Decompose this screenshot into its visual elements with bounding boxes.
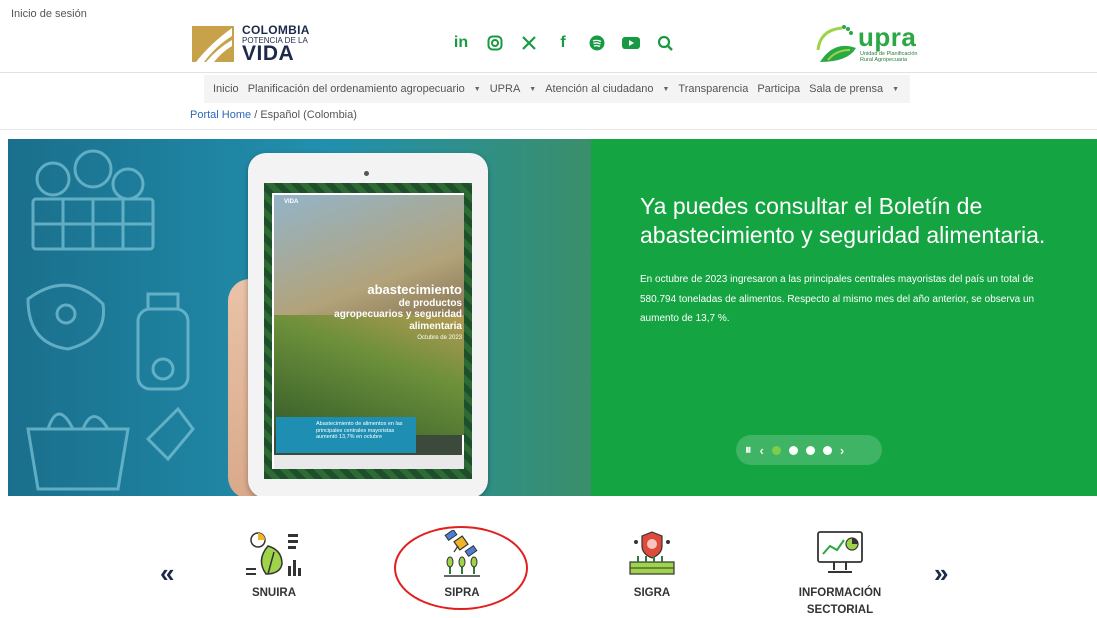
nav-item-label: Inicio (213, 83, 239, 95)
colombia-logo-line3: VIDA (242, 42, 295, 65)
slide-dot-3[interactable] (805, 445, 815, 455)
pause-icon[interactable]: ⏸ (745, 442, 752, 458)
nav-item-label: Planificación del ordenamiento agropecua… (247, 83, 465, 95)
hero-carousel: VIDA abastecimiento de productos agropec… (8, 139, 1097, 496)
youtube-icon[interactable] (622, 34, 640, 52)
tablet-image: VIDA abastecimiento de productos agropec… (248, 153, 488, 496)
social-links: in f (452, 34, 674, 52)
nav-item-transparencia[interactable]: Transparencia (678, 83, 748, 95)
upra-logo-name: upra (858, 22, 917, 52)
instagram-icon[interactable] (486, 34, 504, 52)
quick-link-snuira[interactable]: SNUIRA (224, 530, 324, 602)
chevron-left-icon[interactable]: ‹ (760, 443, 764, 458)
nav-item-upra[interactable]: UPRA ▼ (490, 83, 537, 95)
hero-body: En octubre de 2023 ingresaron a las prin… (640, 274, 1035, 324)
header-divider (0, 72, 1097, 73)
cover-highlight-text: Abastecimiento de alimentos en las princ… (316, 421, 403, 441)
shield-crop-icon (629, 531, 675, 575)
x-icon[interactable] (520, 34, 538, 52)
cover-logo: VIDA (284, 199, 299, 205)
breadcrumb: Portal Home / Español (Colombia) (190, 109, 357, 121)
breadcrumb-current: Español (Colombia) (260, 109, 357, 121)
cover-highlight-box: Abastecimiento de alimentos en las princ… (276, 417, 416, 453)
colombia-potencia-vida-logo[interactable]: COLOMBIA POTENCIA DE LA VIDA (192, 22, 322, 66)
colombia-logo-line1: COLOMBIA (242, 23, 310, 37)
bulletin-cover: VIDA abastecimiento de productos agropec… (272, 193, 464, 469)
quick-link-sigra[interactable]: SIGRA (602, 530, 702, 602)
upra-logo-subtitle: Unidad de Planificación Rural Agropecuar… (860, 51, 918, 64)
cover-footer (274, 455, 464, 469)
breadcrumb-separator: / (251, 109, 261, 121)
colombia-logo-words: COLOMBIA POTENCIA DE LA VIDA (242, 24, 310, 64)
double-chevron-left-icon[interactable]: « (160, 558, 174, 589)
cover-date: Octubre de 2023 (417, 335, 462, 342)
highlight-annotation-circle (394, 526, 528, 610)
nav-item-inicio[interactable]: Inicio (213, 83, 239, 95)
main-nav: Inicio Planificación del ordenamiento ag… (204, 75, 910, 103)
facebook-icon[interactable]: f (554, 34, 572, 52)
leaf-chart-icon (246, 532, 301, 576)
carousel-controls: ⏸ ‹ › (736, 435, 882, 465)
site-header: COLOMBIA POTENCIA DE LA VIDA in f upra U… (0, 0, 1097, 72)
linkedin-icon[interactable]: in (452, 34, 470, 52)
slide-dot-1[interactable] (771, 445, 781, 455)
caret-down-icon: ▼ (473, 85, 481, 93)
caret-down-icon: ▼ (529, 85, 537, 93)
food-illustration-icon (26, 149, 195, 491)
slide-dot-2[interactable] (788, 445, 798, 455)
nav-item-planificacion[interactable]: Planificación del ordenamiento agropecua… (248, 83, 481, 95)
slide-dot-4[interactable] (822, 445, 832, 455)
upra-logo-mark-icon (816, 25, 856, 62)
nav-item-label: Sala de prensa (809, 83, 884, 95)
spotify-icon[interactable] (588, 34, 606, 52)
double-chevron-right-icon[interactable]: » (934, 558, 948, 589)
cover-title-big: abastecimiento (367, 282, 462, 297)
cover-title-rest: de productos agropecuarios y seguridad a… (334, 297, 462, 332)
cover-title: abastecimiento de productos agropecuario… (334, 282, 462, 342)
quick-link-informacion-sectorial[interactable]: INFORMACIÓN SECTORIAL (788, 530, 892, 618)
upra-logo[interactable]: upra Unidad de Planificación Rural Agrop… (814, 20, 934, 66)
search-icon[interactable] (656, 34, 674, 52)
breadcrumb-home-link[interactable]: Portal Home (190, 109, 251, 121)
hero-title: Ya puedes consultar el Boletín de abaste… (640, 193, 1046, 248)
nav-item-atencion[interactable]: Atención al ciudadano ▼ (545, 83, 669, 95)
content-divider (0, 129, 1097, 130)
colombia-logo-mark-icon (192, 24, 234, 64)
caret-down-icon: ▼ (892, 85, 900, 93)
nav-item-label: UPRA (489, 83, 521, 95)
quick-link-label: SNUIRA (251, 587, 297, 599)
nav-item-label: Atención al ciudadano (545, 83, 654, 95)
tablet-screen: VIDA abastecimiento de productos agropec… (264, 183, 472, 479)
caret-down-icon: ▼ (662, 85, 670, 93)
chevron-right-icon[interactable]: › (840, 443, 844, 458)
tablet-camera (364, 171, 369, 176)
quick-link-label: INFORMACIÓN SECTORIAL (798, 587, 882, 616)
monitor-chart-icon (817, 531, 863, 573)
nav-item-sala-de-prensa[interactable]: Sala de prensa ▼ (809, 83, 899, 95)
nav-item-participa[interactable]: Participa (757, 83, 800, 95)
nav-item-label: Participa (757, 83, 801, 95)
quick-link-label: SIGRA (633, 587, 671, 599)
nav-item-label: Transparencia (678, 83, 749, 95)
